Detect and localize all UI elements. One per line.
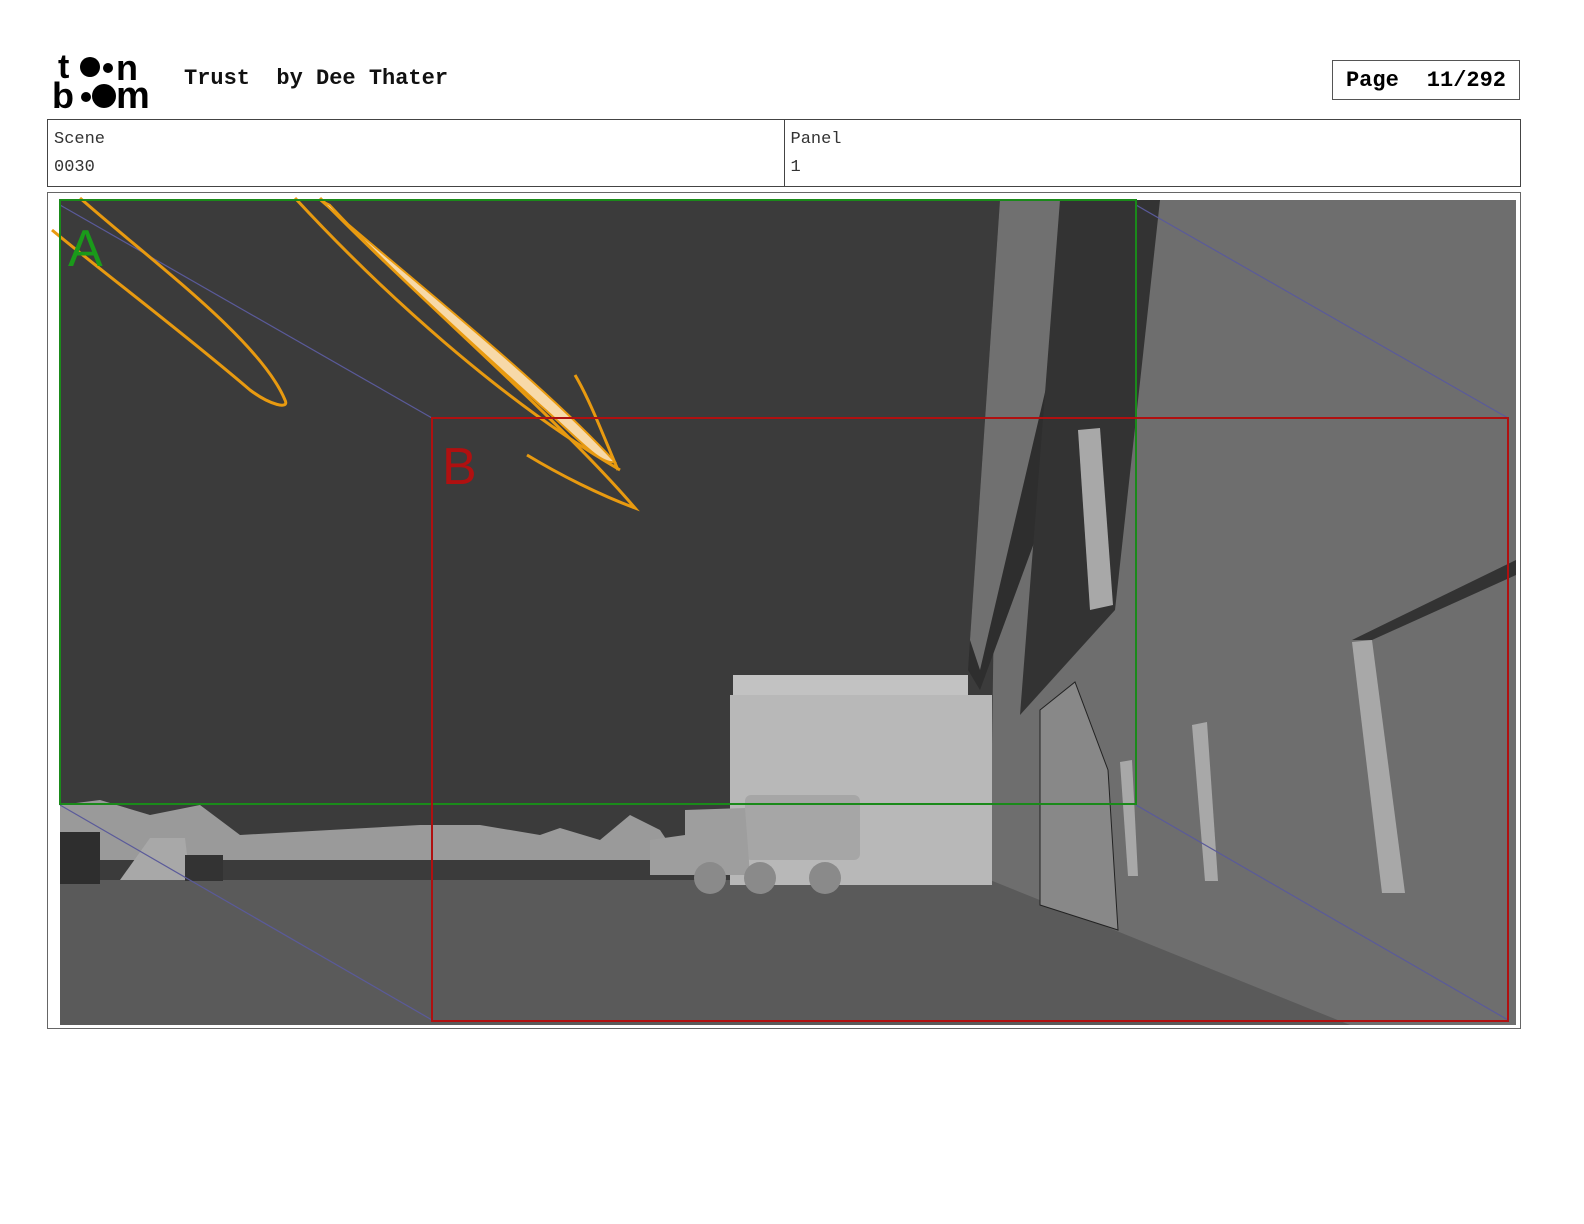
frame-a-label: A <box>68 220 103 278</box>
panel-image: A B <box>51 196 1516 1025</box>
frame-b-label: B <box>442 438 477 496</box>
low-building <box>733 675 968 697</box>
